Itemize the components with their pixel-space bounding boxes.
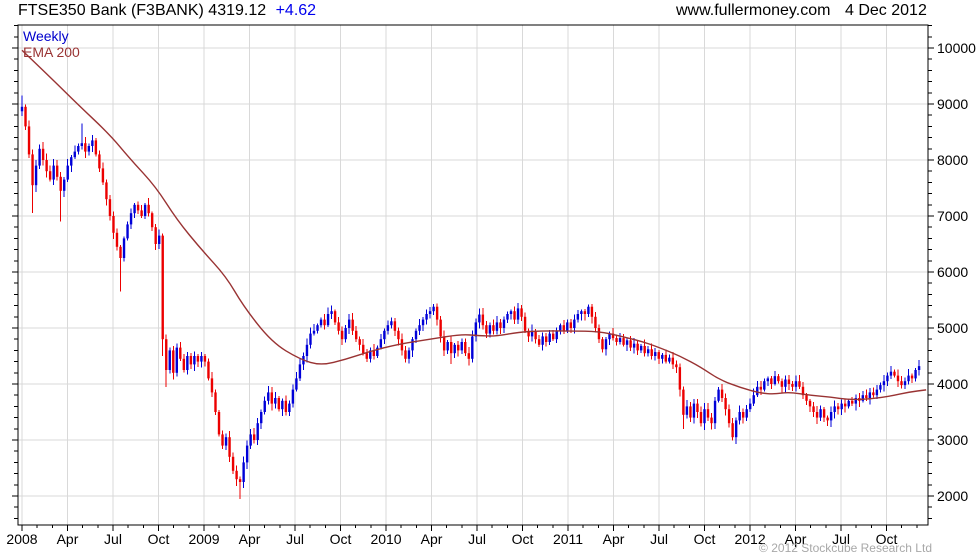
ema-legend-label: EMA 200	[23, 44, 80, 60]
x-axis-label: Jul	[650, 531, 668, 547]
y-axis-label: 6000	[937, 264, 969, 280]
y-axis-label: 7000	[937, 208, 969, 224]
x-axis-label: Apr	[238, 531, 261, 547]
y-axis-label: 3000	[937, 432, 969, 448]
chart-window: FTSE350 Bank (F3BANK) 4319.12 +4.62 www.…	[0, 0, 980, 560]
x-axis-label: 2011	[552, 531, 584, 547]
y-axis-label: 9000	[937, 96, 969, 112]
x-axis-label: Apr	[602, 531, 625, 547]
x-axis-label: Jul	[468, 531, 486, 547]
price-chart	[12, 24, 934, 531]
y-axis-label: 8000	[937, 152, 969, 168]
y-axis-label: 2000	[937, 488, 969, 504]
x-axis-label: Jul	[286, 531, 304, 547]
x-axis-label: Oct	[147, 531, 170, 547]
x-axis-label: Jul	[104, 531, 122, 547]
x-axis-label: Oct	[693, 531, 716, 547]
copyright-text: © 2012 Stockcube Research Ltd	[759, 541, 932, 555]
x-axis-label: 2009	[188, 531, 220, 547]
x-axis-label: Apr	[56, 531, 79, 547]
y-axis-label: 5000	[937, 320, 969, 336]
x-axis-label: Oct	[511, 531, 534, 547]
y-axis-label: 4000	[937, 376, 969, 392]
x-axis-label: 2008	[6, 531, 38, 547]
x-axis-label: Apr	[420, 531, 443, 547]
x-axis-label: 2010	[370, 531, 402, 547]
y-axis-label: 10000	[937, 40, 976, 56]
timeframe-label: Weekly	[23, 28, 69, 44]
x-axis-label: Oct	[329, 531, 352, 547]
